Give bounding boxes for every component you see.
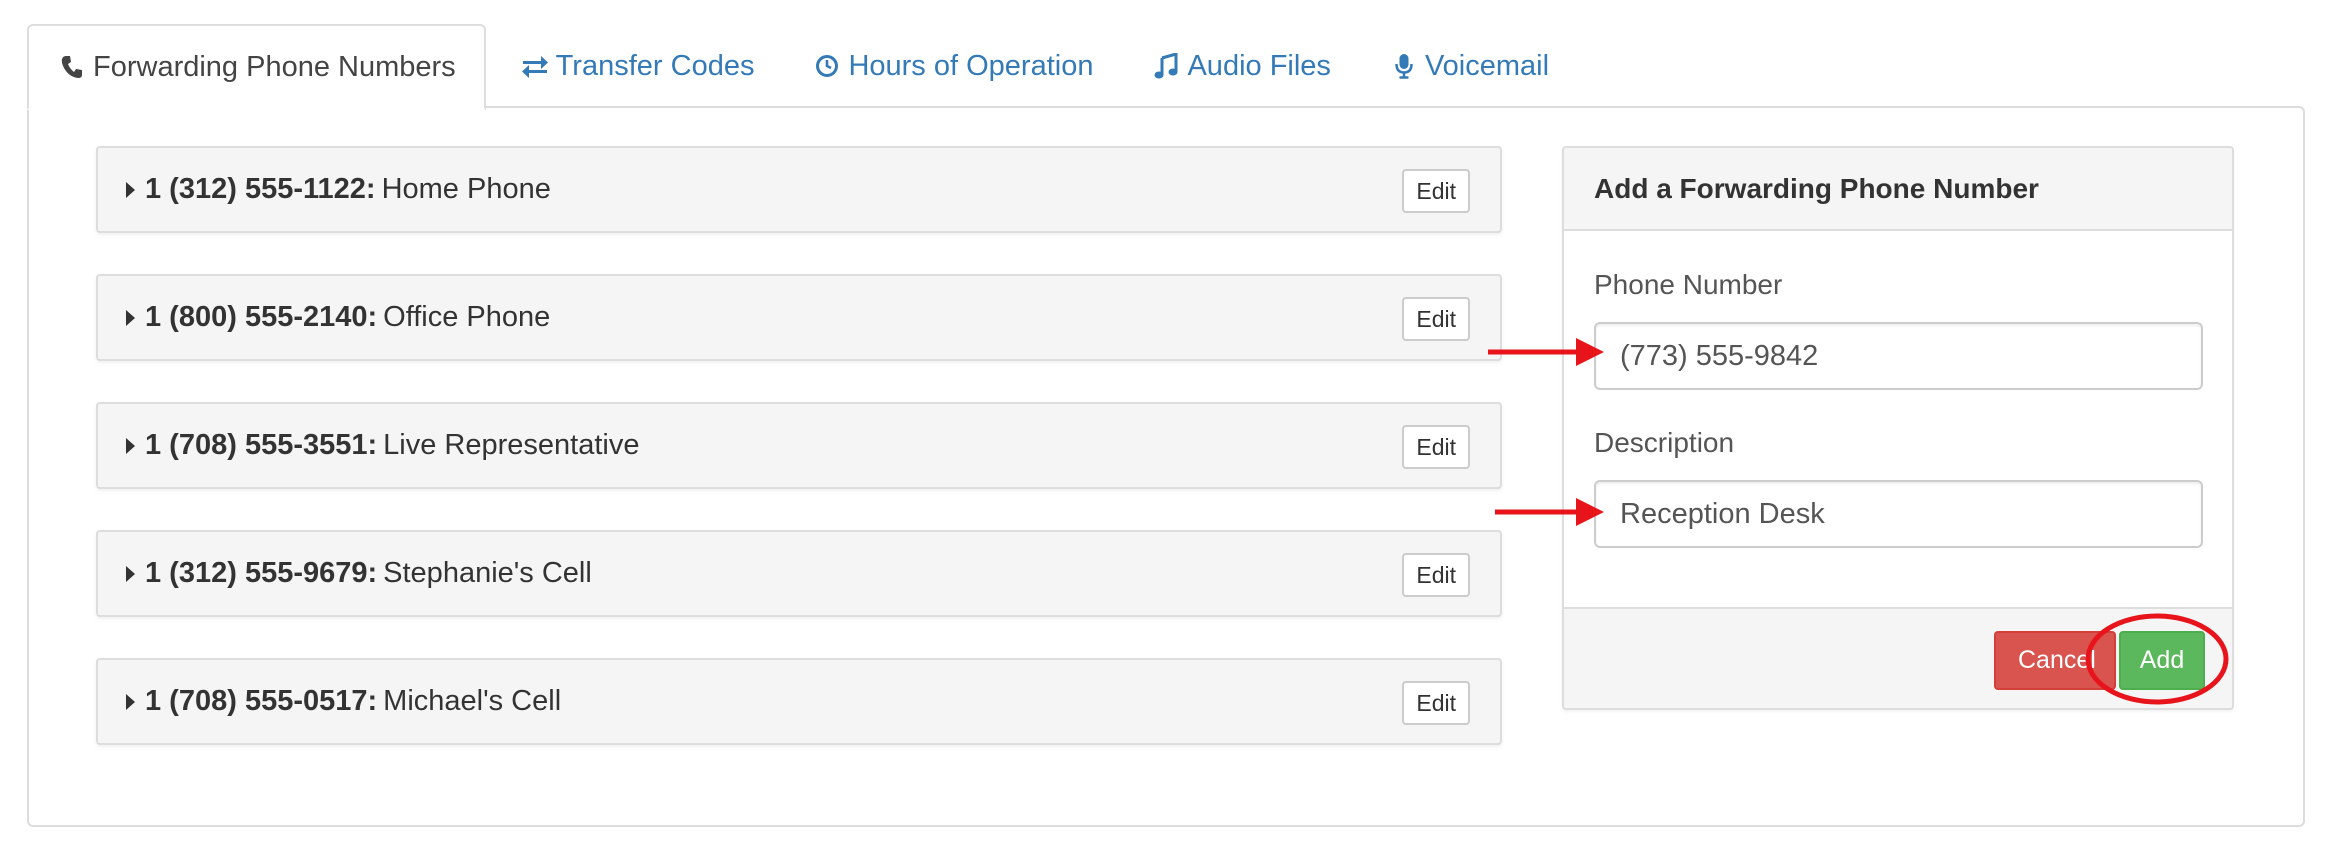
edit-button[interactable]: Edit [1402,169,1470,213]
tab-label: Voicemail [1424,49,1550,82]
edit-button[interactable]: Edit [1402,681,1470,725]
edit-button[interactable]: Edit [1402,425,1470,469]
tab-label: Audio Files [1187,49,1331,82]
tab-transfer-codes[interactable]: Transfer Codes [496,24,779,108]
phone-list-item[interactable]: 1 (800) 555-2140: Office Phone Edit [96,274,1502,361]
phone-description: Home Phone [381,173,551,205]
phone-number: 1 (708) 555-0517: [145,685,378,717]
edit-button[interactable]: Edit [1402,553,1470,597]
phone-number-label: Phone Number [1594,269,1783,300]
microphone-icon [1389,51,1419,81]
phone-number-input[interactable] [1594,322,2203,390]
add-forwarding-number-form: Add a Forwarding Phone Number Phone Numb… [1562,146,2234,710]
phone-description: Live Representative [383,429,640,461]
form-body: Phone Number Description [1564,231,2232,611]
phone-list-item[interactable]: 1 (708) 555-3551: Live Representative Ed… [96,402,1502,489]
caret-right-icon[interactable] [126,437,135,454]
music-icon [1151,51,1181,81]
phone-number: 1 (708) 555-3551: [145,429,378,461]
cancel-button[interactable]: Cancel [1994,631,2116,690]
form-footer: Cancel Add [1564,607,2232,708]
phone-description: Michael's Cell [383,685,562,717]
form-title: Add a Forwarding Phone Number [1564,148,2232,231]
tab-hours-of-operation[interactable]: Hours of Operation [788,24,1117,108]
phone-number: 1 (312) 555-1122: [145,173,376,205]
description-input[interactable] [1594,480,2203,548]
phone-number: 1 (800) 555-2140: [145,301,378,333]
add-button[interactable]: Add [2119,631,2205,690]
description-label: Description [1594,427,1735,458]
edit-button[interactable]: Edit [1402,297,1470,341]
exchange-icon [520,51,550,81]
tab-forwarding-phone-numbers[interactable]: Forwarding Phone Numbers [27,24,486,110]
tab-label: Hours of Operation [848,49,1094,82]
tab-label: Forwarding Phone Numbers [93,50,456,83]
caret-right-icon[interactable] [126,181,135,198]
phone-description: Office Phone [383,301,551,333]
caret-right-icon[interactable] [126,565,135,582]
caret-right-icon[interactable] [126,693,135,710]
clock-icon [812,51,842,81]
phone-number: 1 (312) 555-9679: [145,557,378,589]
tab-bar: Forwarding Phone Numbers Transfer Codes … [27,24,1573,110]
tab-voicemail[interactable]: Voicemail [1365,24,1573,108]
phone-list-item[interactable]: 1 (312) 555-1122: Home Phone Edit [96,146,1502,233]
phone-icon [57,52,87,82]
phone-list-item[interactable]: 1 (312) 555-9679: Stephanie's Cell Edit [96,530,1502,617]
caret-right-icon[interactable] [126,309,135,326]
phone-list-item[interactable]: 1 (708) 555-0517: Michael's Cell Edit [96,658,1502,745]
tab-label: Transfer Codes [555,49,755,82]
phone-description: Stephanie's Cell [383,557,592,589]
tab-audio-files[interactable]: Audio Files [1127,24,1354,108]
